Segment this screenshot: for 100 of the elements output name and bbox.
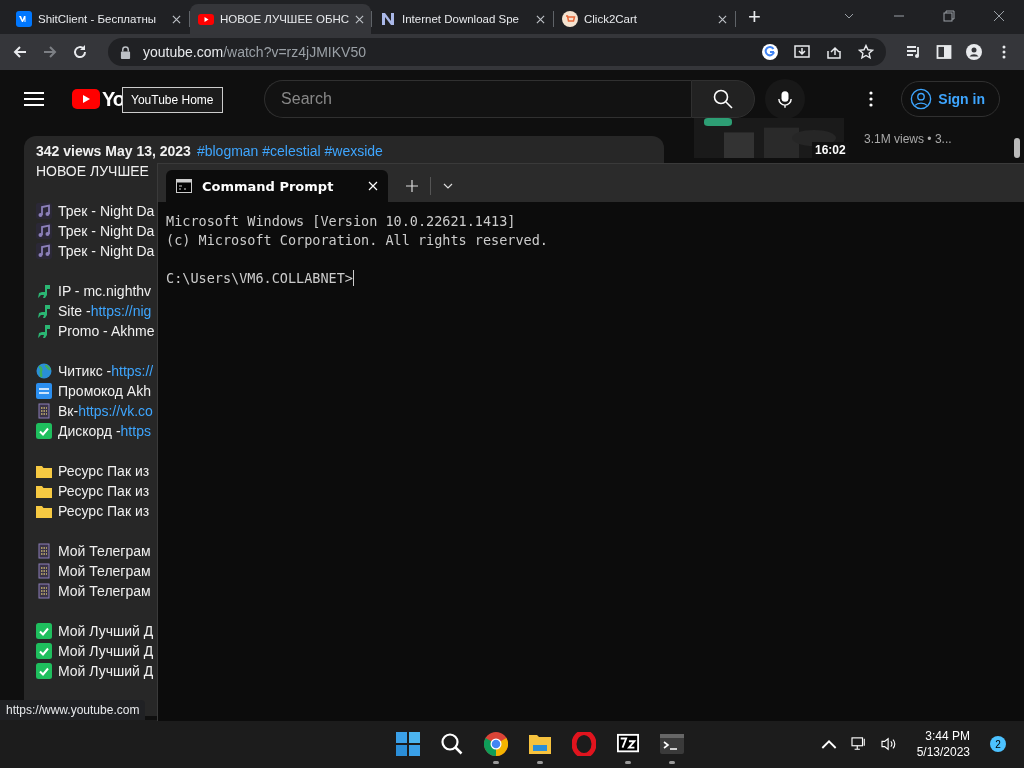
folder-icon[interactable] [527, 732, 554, 756]
volume-icon[interactable] [880, 737, 897, 751]
description-text: Site - [58, 303, 91, 319]
hashtag-link[interactable]: #blogman #celestial #wexside [196, 143, 383, 159]
address-bar[interactable]: youtube.com/watch?v=rz4jJMIKV50 [108, 38, 886, 66]
reload-icon[interactable] [72, 44, 88, 60]
archive-icon[interactable] [616, 733, 641, 755]
abacus-icon [36, 563, 52, 579]
start-icon[interactable] [396, 732, 421, 756]
link[interactable]: https://nig [90, 303, 152, 319]
media-icon[interactable] [906, 44, 922, 60]
dinosaur-icon [36, 323, 52, 339]
clock[interactable]: 3:44 PM 5/13/2023 [916, 728, 970, 760]
install-icon[interactable] [794, 44, 810, 60]
music-note-icon [36, 243, 52, 259]
dinosaur-icon [36, 283, 52, 299]
google-icon[interactable] [762, 44, 778, 60]
close-icon[interactable] [718, 14, 727, 24]
checkmark-icon [36, 623, 52, 639]
description-text: IP - mc.nighthv [58, 283, 152, 299]
abacus-icon [36, 583, 52, 599]
abacus-icon [36, 543, 52, 559]
description-text: Мой Лучший Д [58, 623, 154, 639]
description-text: Ресурс Пак из [58, 463, 150, 479]
video-stats: 342 views May 13, 2023 [36, 143, 191, 159]
link[interactable]: https [120, 423, 151, 439]
description-text: Вк- [58, 403, 79, 419]
status-url: https://www.youtube.com [0, 700, 146, 720]
description-text: НОВОЕ ЛУЧШЕЕ [36, 163, 149, 179]
checkmark-icon [36, 423, 52, 439]
chrome-icon[interactable] [484, 732, 509, 756]
description-text: Ресурс Пак из [58, 483, 150, 499]
browser-tab[interactable]: Click2Cart [554, 4, 735, 34]
terminal-output: (c) Microsoft Corporation. All rights reserved. [166, 230, 549, 249]
close-icon[interactable] [172, 14, 181, 24]
link[interactable]: https:// [111, 363, 154, 379]
microphone-icon [778, 89, 793, 109]
back-icon[interactable] [12, 44, 28, 60]
description-text: Читикс - [58, 363, 112, 379]
settings-icon[interactable] [869, 91, 874, 107]
share-icon[interactable] [826, 44, 842, 60]
globe-icon [36, 363, 52, 379]
youtube-icon [198, 11, 214, 27]
vk-icon [16, 11, 32, 27]
browser-tab[interactable]: ShitClient - Бесплатны [8, 4, 189, 34]
close-icon[interactable] [993, 10, 1005, 22]
description-text: Трек - Night Da [58, 203, 155, 219]
new-tab-icon[interactable] [406, 180, 418, 192]
side-panel-icon[interactable] [936, 44, 952, 60]
voice-search-button[interactable] [765, 79, 806, 119]
folder-icon [36, 503, 52, 519]
notification-badge[interactable]: 2 [990, 736, 1006, 752]
description-text: Мой Телеграм [58, 543, 151, 559]
opera-icon[interactable] [572, 732, 597, 756]
terminal-output: Microsoft Windows [Version 10.0.22621.1413] [166, 211, 517, 230]
checkmark-icon [36, 643, 52, 659]
url-text: youtube.com/watch?v=rz4jJMIKV50 [143, 44, 366, 60]
search-icon[interactable] [440, 732, 465, 756]
description-text: Мой Лучший Д [58, 643, 154, 659]
abacus-icon [36, 403, 52, 419]
network-icon[interactable] [850, 737, 867, 751]
forward-icon[interactable] [42, 44, 58, 60]
terminal-tab[interactable]: Command Prompt [166, 170, 388, 202]
menu-icon[interactable] [24, 91, 44, 107]
scrollbar-thumb[interactable] [1014, 138, 1020, 158]
description-text: Promo - Akhme [58, 323, 155, 339]
star-icon[interactable] [858, 44, 874, 60]
description-text: Трек - Night Da [58, 243, 155, 259]
restore-icon[interactable] [943, 10, 955, 22]
folder-icon [36, 483, 52, 499]
letter-icon [380, 11, 396, 27]
duration-badge: 16:02 [812, 142, 849, 158]
terminal-prompt: C:\Users\VM6.COLLABNET> [166, 269, 353, 286]
dinosaur-icon [36, 303, 52, 319]
youtube-icon[interactable] [72, 89, 100, 109]
folder-icon [36, 463, 52, 479]
description-text: Мой Телеграм [58, 583, 151, 599]
music-note-icon [36, 203, 52, 219]
dropdown-icon[interactable] [443, 183, 453, 189]
command-prompt-icon [176, 179, 192, 193]
browser-tab[interactable]: НОВОЕ ЛУЧШЕЕ ОБНС [190, 4, 371, 34]
search-field[interactable]: Search [264, 80, 692, 118]
description-text: Мой Лучший Д [58, 663, 154, 679]
close-icon[interactable] [355, 14, 365, 24]
description-text: Трек - Night Da [58, 223, 155, 239]
terminal-icon[interactable] [660, 734, 685, 754]
search-icon [713, 89, 734, 109]
profile-icon[interactable] [966, 44, 982, 60]
tooltip: YouTube Home [122, 87, 223, 113]
description-text: Ресурс Пак из [58, 503, 150, 519]
link[interactable]: https://vk.co [78, 403, 153, 419]
cart-icon [562, 11, 578, 27]
new-tab-button[interactable]: + [748, 4, 761, 30]
browser-tab[interactable]: Internet Download Spe [372, 4, 553, 34]
description-text: Промокод Akh [58, 383, 151, 399]
description-text: Дискорд - [58, 423, 121, 439]
video-meta: 3.1M views • 3... [864, 132, 952, 146]
description-text: Мой Телеграм [58, 563, 151, 579]
close-icon[interactable] [536, 14, 545, 24]
search-button[interactable] [691, 80, 756, 118]
